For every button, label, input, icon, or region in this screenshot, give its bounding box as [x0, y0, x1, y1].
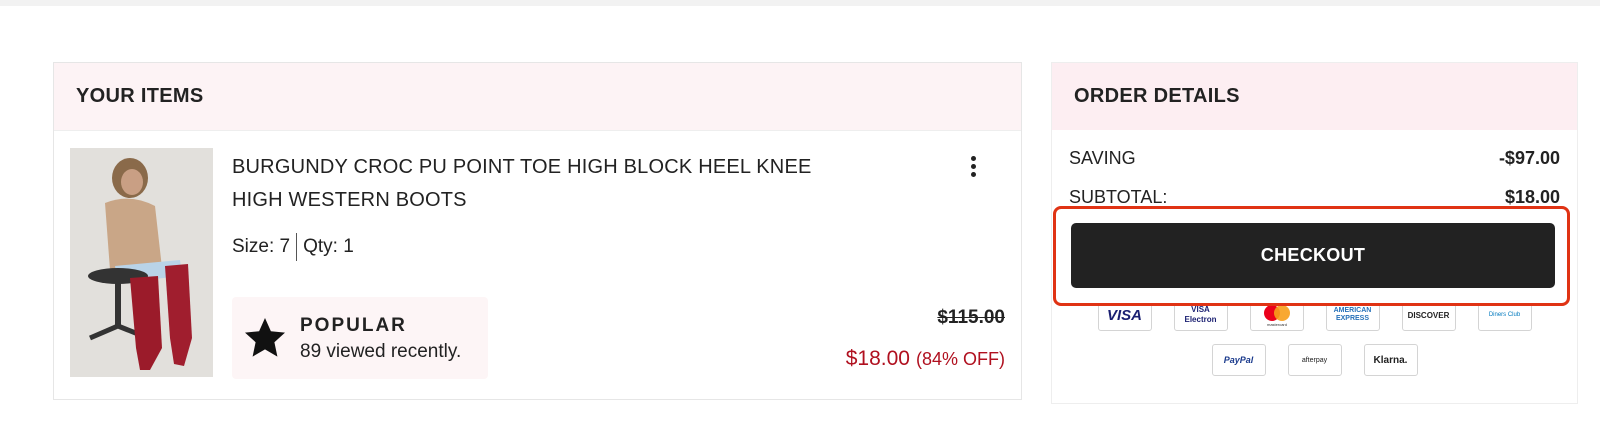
product-image[interactable]: [70, 148, 213, 377]
sale-price-line: $18.00 (84% OFF): [846, 347, 1005, 371]
afterpay-icon: afterpay: [1287, 344, 1342, 376]
popular-label: POPULAR: [300, 315, 407, 336]
cart-item: BURGUNDY CROC PU POINT TOE HIGH BLOCK HE…: [54, 131, 1021, 399]
original-price: $115.00: [937, 307, 1005, 328]
checkout-highlight: CHECKOUT: [1053, 206, 1570, 306]
dot-icon: [970, 163, 976, 169]
more-options-button[interactable]: [961, 153, 985, 179]
order-details-header: ORDER DETAILS: [1052, 63, 1577, 130]
discount-text: (84% OFF): [915, 349, 1005, 369]
cart-items-header: YOUR ITEMS: [54, 63, 1021, 131]
sale-price: $18.00: [845, 347, 910, 370]
dot-icon: [970, 155, 976, 161]
payment-methods-row-2: PayPal afterpay Klarna.: [1052, 344, 1577, 376]
product-photo-illustration: [70, 148, 213, 377]
subtotal-value: $18.00: [1504, 187, 1560, 207]
saving-label: SAVING: [1069, 148, 1136, 168]
subtotal-label: SUBTOTAL:: [1069, 187, 1168, 207]
svg-text:mastercard: mastercard: [1266, 322, 1286, 327]
star-icon: [245, 318, 285, 357]
subtotal-row: SUBTOTAL: $18.00: [1069, 187, 1560, 208]
checkout-button[interactable]: CHECKOUT: [1071, 223, 1555, 288]
klarna-icon: Klarna.: [1363, 344, 1418, 376]
size-qty-info: Size: 7 Qty: 1: [232, 232, 354, 262]
popular-views-text: 89 viewed recently.: [300, 341, 462, 362]
divider: [296, 233, 298, 261]
product-title[interactable]: BURGUNDY CROC PU POINT TOE HIGH BLOCK HE…: [232, 151, 812, 217]
paypal-icon: PayPal: [1211, 344, 1266, 376]
product-qty: Qty: 1: [303, 236, 354, 257]
saving-row: SAVING -$97.00: [1069, 148, 1560, 169]
saving-value: -$97.00: [1498, 148, 1560, 168]
popular-badge: POPULAR 89 viewed recently.: [232, 297, 488, 379]
dot-icon: [970, 171, 976, 177]
cart-items-panel: YOUR ITEMS BURGUNDY CROC PU POINT TOE HI…: [53, 62, 1022, 400]
product-size: Size: 7: [232, 236, 291, 257]
top-bar: [0, 0, 1600, 6]
